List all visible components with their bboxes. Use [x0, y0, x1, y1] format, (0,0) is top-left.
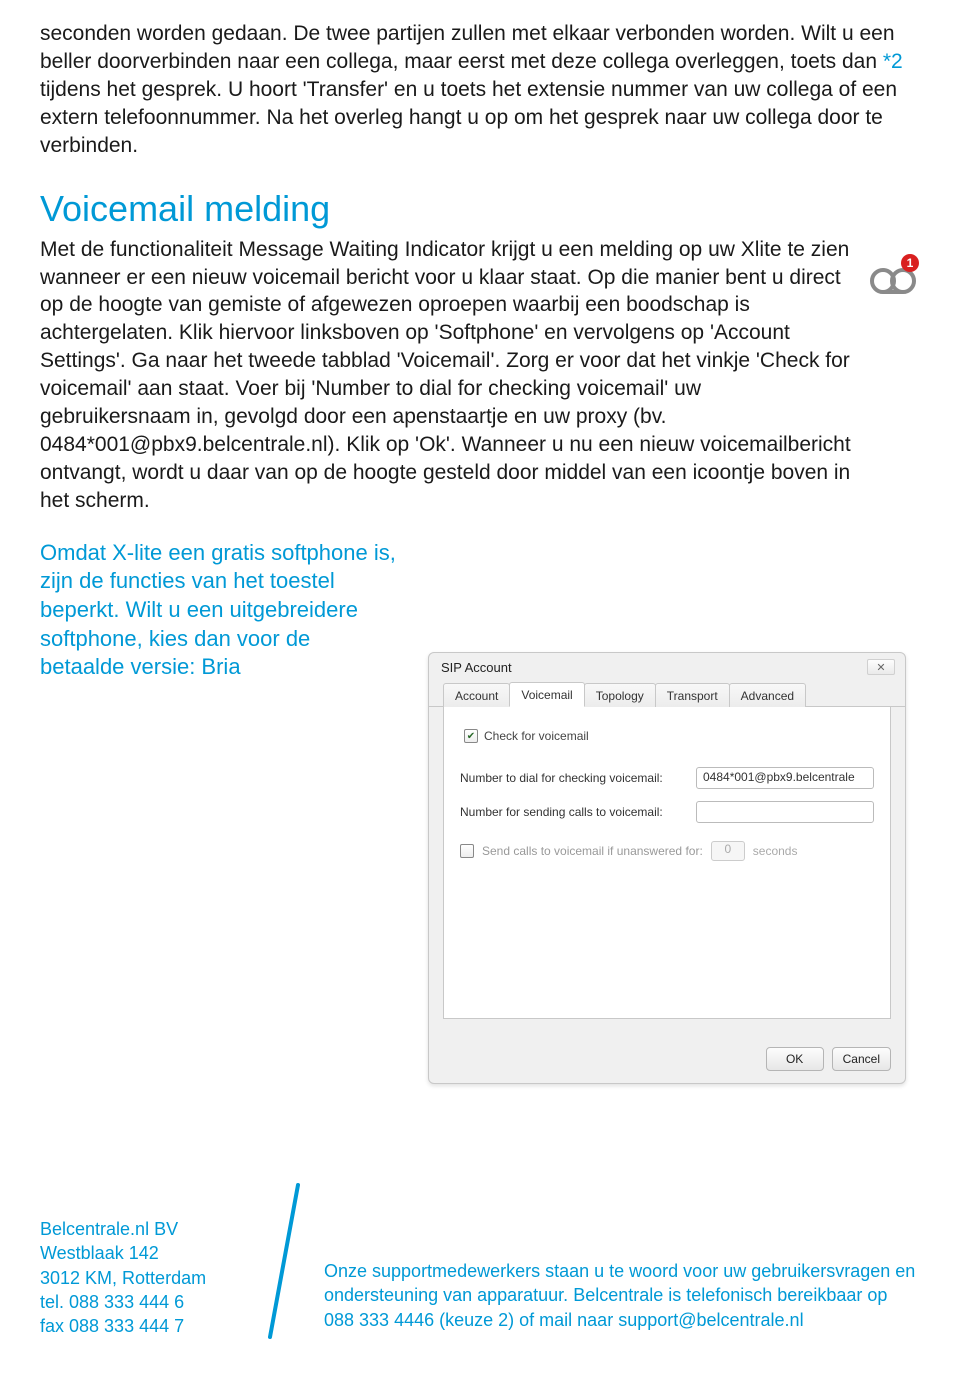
close-icon[interactable]: ✕: [867, 659, 895, 675]
send-number-row: Number for sending calls to voicemail:: [460, 801, 874, 823]
check-for-voicemail-row: ✔ Check for voicemail: [464, 729, 874, 743]
dialog-titlebar: SIP Account ✕: [429, 653, 905, 679]
dialog-tabs: Account Voicemail Topology Transport Adv…: [429, 681, 905, 707]
unanswered-checkbox[interactable]: ✔: [460, 844, 474, 858]
intro-paragraph: seconden worden gedaan. De twee partijen…: [40, 20, 920, 160]
seconds-label: seconds: [753, 844, 798, 858]
sip-account-dialog: SIP Account ✕ Account Voicemail Topology…: [428, 652, 906, 1084]
intro-text-before: seconden worden gedaan. De twee partijen…: [40, 22, 895, 73]
unanswered-row: ✔ Send calls to voicemail if unanswered …: [460, 841, 874, 861]
voicemail-paragraph: Met de functionaliteit Message Waiting I…: [40, 236, 920, 515]
badge-count: 1: [907, 256, 914, 270]
cancel-button[interactable]: Cancel: [832, 1047, 891, 1071]
intro-text-after: tijdens het gesprek. U hoort 'Transfer' …: [40, 78, 897, 157]
company-name: Belcentrale.nl BV: [40, 1217, 250, 1241]
tab-content-voicemail: ✔ Check for voicemail Number to dial for…: [443, 707, 891, 1019]
divider-slash-icon: [260, 1181, 308, 1346]
company-address: Belcentrale.nl BV Westblaak 142 3012 KM,…: [40, 1181, 250, 1346]
send-number-input[interactable]: [696, 801, 874, 823]
dial-number-label: Number to dial for checking voicemail:: [460, 771, 688, 785]
section-title-voicemail: Voicemail melding: [40, 188, 920, 230]
company-city: 3012 KM, Rotterdam: [40, 1266, 250, 1290]
company-fax: fax 088 333 444 7: [40, 1314, 250, 1338]
tab-account[interactable]: Account: [443, 683, 510, 707]
tab-topology[interactable]: Topology: [584, 683, 656, 707]
dial-number-row: Number to dial for checking voicemail: 0…: [460, 767, 874, 789]
voicemail-badge-icon: 1: [866, 254, 920, 303]
voicemail-section: 1 Met de functionaliteit Message Waiting…: [40, 236, 920, 515]
unanswered-label: Send calls to voicemail if unanswered fo…: [482, 844, 703, 858]
dial-number-input[interactable]: 0484*001@pbx9.belcentrale: [696, 767, 874, 789]
key-sequence: *2: [883, 50, 903, 73]
page-footer: Belcentrale.nl BV Westblaak 142 3012 KM,…: [40, 1181, 920, 1346]
company-tel: tel. 088 333 444 6: [40, 1290, 250, 1314]
dialog-title: SIP Account: [441, 660, 512, 675]
check-for-voicemail-label: Check for voicemail: [484, 729, 589, 743]
bria-note: Omdat X-lite een gratis softphone is, zi…: [40, 539, 400, 682]
tab-voicemail[interactable]: Voicemail: [509, 682, 584, 707]
send-number-label: Number for sending calls to voicemail:: [460, 805, 688, 819]
ok-button[interactable]: OK: [766, 1047, 824, 1071]
check-for-voicemail-checkbox[interactable]: ✔: [464, 729, 478, 743]
tab-transport[interactable]: Transport: [655, 683, 730, 707]
dialog-button-row: OK Cancel: [766, 1047, 891, 1071]
support-text: Onze supportmedewerkers staan u te woord…: [324, 1181, 920, 1346]
unanswered-seconds-input[interactable]: 0: [711, 841, 745, 861]
tab-advanced[interactable]: Advanced: [729, 683, 806, 707]
company-street: Westblaak 142: [40, 1241, 250, 1265]
